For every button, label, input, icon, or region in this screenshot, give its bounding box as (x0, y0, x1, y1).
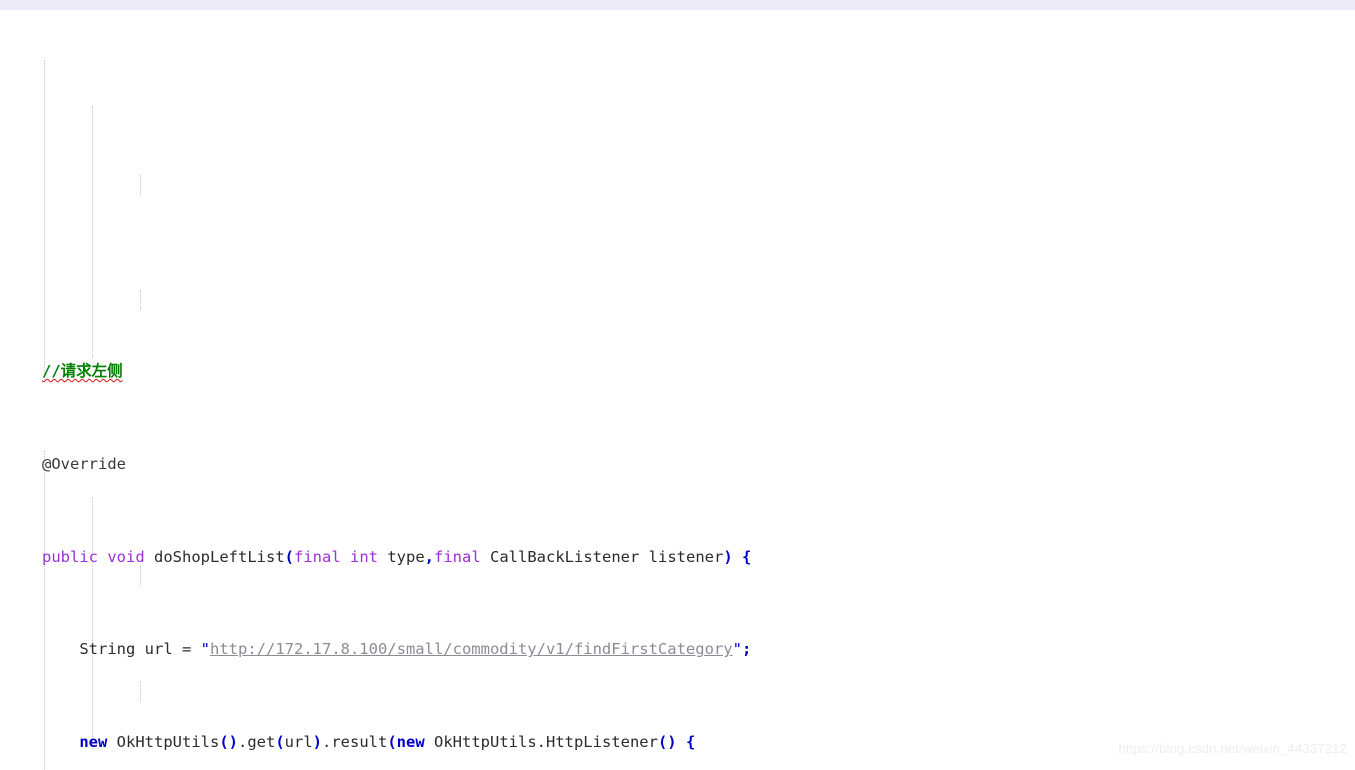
signature-close: ) { (723, 547, 752, 566)
indent-guide (44, 60, 45, 380)
quote-close: " (732, 640, 742, 659)
indent-guide (140, 566, 141, 586)
indent-guide (92, 106, 93, 358)
method-get: .get (237, 733, 276, 752)
parens: () (657, 733, 677, 752)
comma: , (424, 547, 435, 566)
code-content[interactable]: //请求左侧 @Override public void doShopLeftL… (0, 10, 1355, 770)
method-name (145, 548, 154, 566)
open-paren: ( (284, 547, 294, 566)
indent-guide (92, 497, 93, 749)
class-name: OkHttpUtils (107, 733, 220, 752)
top-band-decoration (0, 0, 1355, 10)
url-literal: http://172.17.8.100/small/commodity/v1/f… (210, 640, 733, 659)
listener-class: OkHttpUtils.HttpListener (424, 733, 658, 752)
param-keyword: final int (294, 547, 378, 566)
code-line-url-decl: String url = "http://172.17.8.100/small/… (42, 638, 1355, 661)
open-paren: ( (275, 733, 285, 752)
indent-guide (140, 290, 141, 310)
new-keyword: new (396, 733, 425, 752)
code-line-annotation: @Override (42, 453, 1355, 476)
var-declaration: String url = (79, 640, 201, 659)
open-brace: { (676, 733, 696, 752)
param-name: type (378, 547, 425, 566)
method-result: .result (322, 733, 388, 752)
param-name: CallBackListener listener (480, 547, 724, 566)
modifier-keywords: public void (42, 547, 145, 566)
indent-guide (140, 175, 141, 195)
code-screenshot: //请求左侧 @Override public void doShopLeftL… (0, 0, 1355, 770)
semicolon: ; (741, 640, 752, 659)
quote-open: " (200, 640, 210, 659)
arg-url: url (284, 733, 313, 752)
code-line-comment: //请求左侧 (42, 360, 1355, 383)
comment-text: //请求左侧 (42, 362, 123, 381)
new-keyword: new (79, 733, 108, 752)
indent-guide (140, 681, 141, 701)
open-paren: ( (387, 733, 397, 752)
code-editor-area[interactable]: //请求左侧 @Override public void doShopLeftL… (0, 10, 1355, 770)
param-keyword: final (434, 547, 481, 566)
code-line-method-signature: public void doShopLeftList(final int typ… (42, 546, 1355, 569)
indent-guide (44, 451, 45, 770)
close-paren: ) (312, 733, 322, 752)
method-name-text: doShopLeftList (154, 547, 285, 566)
annotation-override: @Override (42, 454, 126, 473)
watermark-url: https://blog.csdn.net/weixin_44337212 (1118, 741, 1347, 756)
parens: () (219, 733, 238, 752)
